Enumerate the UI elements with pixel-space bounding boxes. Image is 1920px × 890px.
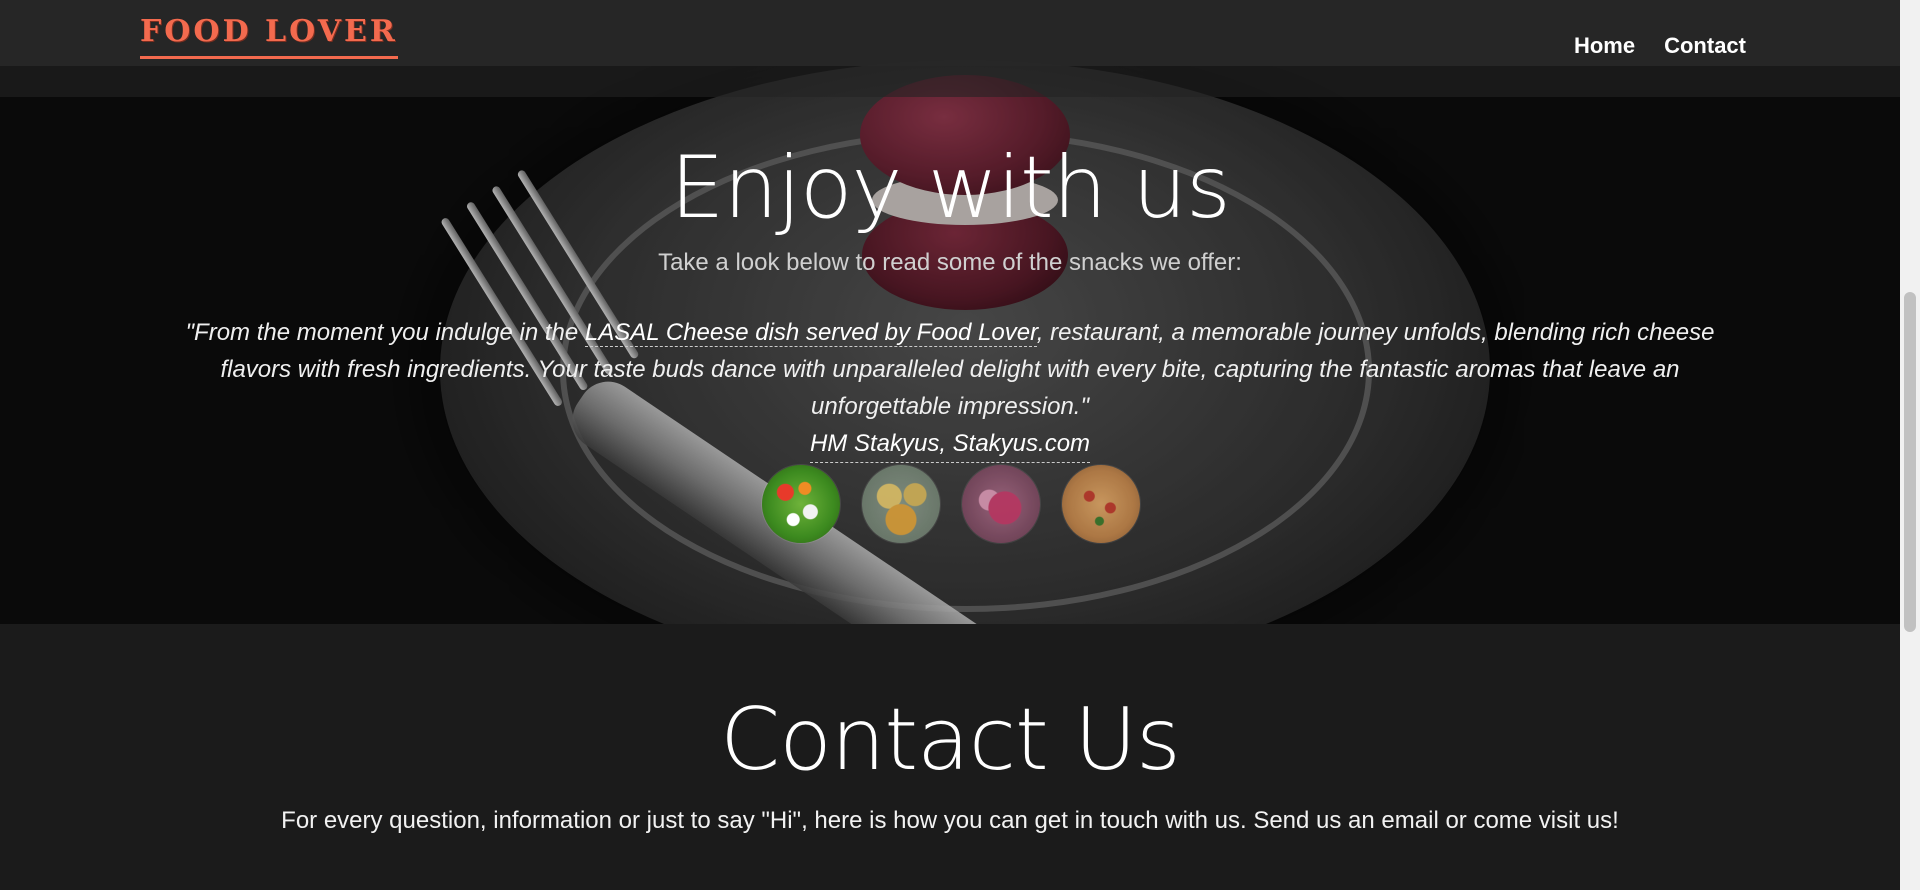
hero-subtitle: Take a look below to read some of the sn… xyxy=(658,249,1242,276)
quote-open-text: "From the moment you indulge in the xyxy=(185,319,585,346)
drink-image[interactable] xyxy=(962,465,1040,543)
dish-link[interactable]: LASAL Cheese dish served by Food Lover xyxy=(584,319,1037,347)
chips-image[interactable] xyxy=(862,465,940,543)
nav-contact-link[interactable]: Contact xyxy=(1664,33,1746,59)
snack-gallery xyxy=(762,465,1140,543)
navbar: FOOD LOVER Home Contact xyxy=(0,0,1900,66)
nav-links: Home Contact xyxy=(1574,33,1746,59)
page: Enjoy with us Take a look below to read … xyxy=(0,0,1920,890)
salad-image[interactable] xyxy=(762,465,840,543)
hero-quote: "From the moment you indulge in the LASA… xyxy=(150,314,1750,463)
navbar-underlay xyxy=(0,66,1900,97)
contact-section: Contact Us For every question, informati… xyxy=(0,624,1900,890)
scrollbar[interactable] xyxy=(1900,0,1920,890)
hero-title: Enjoy with us xyxy=(670,138,1231,238)
pizza-image[interactable] xyxy=(1062,465,1140,543)
brand-logo[interactable]: FOOD LOVER xyxy=(140,14,398,59)
scrollbar-thumb[interactable] xyxy=(1904,292,1916,632)
contact-title: Contact Us xyxy=(720,690,1181,790)
author-link[interactable]: HM Stakyus, Stakyus.com xyxy=(809,425,1091,463)
nav-home-link[interactable]: Home xyxy=(1574,33,1635,59)
contact-text: For every question, information or just … xyxy=(281,807,1619,834)
